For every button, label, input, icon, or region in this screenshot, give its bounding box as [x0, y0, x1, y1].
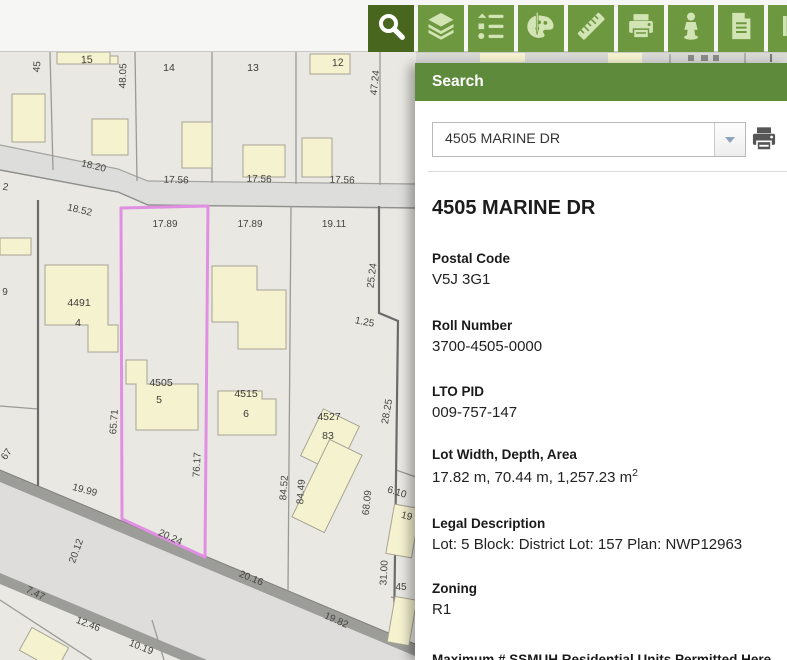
building [302, 138, 332, 177]
map-dimension-label: 17.56 [163, 175, 189, 187]
map-dimension-label: 84.52 [278, 475, 291, 501]
parcel-label: 13 [247, 62, 259, 74]
field-lto-pid: LTO PID 009-757-147 [432, 384, 787, 421]
parcel-label: 6 [243, 408, 249, 420]
legend-button[interactable] [468, 5, 514, 52]
map-dimension-label: 19.11 [322, 219, 347, 230]
field-legal-description: Legal Description Lot: 5 Block: District… [432, 516, 787, 553]
squared-superscript: 2 [632, 467, 638, 479]
clipped-toolbar-button[interactable] [768, 5, 787, 52]
map-edge-line [416, 52, 787, 53]
field-label: Legal Description [432, 516, 787, 531]
building [243, 145, 285, 177]
field-value: Lot: 5 Block: District Lot: 157 Plan: NW… [432, 536, 787, 553]
field-value: 009-757-147 [432, 404, 787, 421]
cutoff-next-field-label: Maximum # SSMUH Residential Units Permit… [432, 652, 771, 660]
print-icon [749, 125, 779, 153]
field-label: Postal Code [432, 251, 787, 266]
draw-palette-icon [526, 11, 556, 46]
search-button[interactable] [368, 5, 414, 52]
combobox-dropdown-button[interactable] [714, 123, 745, 156]
result-address-title: 4505 MARINE DR [432, 197, 595, 220]
map-dimension-label: 45 [395, 582, 407, 593]
panel-print-button[interactable] [749, 125, 781, 155]
field-label: Zoning [432, 581, 787, 596]
address-combobox-value[interactable]: 4505 MARINE DR [433, 123, 714, 156]
chevron-down-icon [725, 137, 735, 143]
map-sliver-mark [688, 55, 694, 61]
report-button[interactable] [718, 5, 764, 52]
parcel-label: 5 [156, 394, 162, 406]
field-value: V5J 3G1 [432, 271, 787, 288]
parcel-label: 15 [81, 54, 93, 67]
parcel-label: 12 [332, 57, 344, 70]
map-road-sliver [416, 53, 787, 63]
map-dimension-label: 45 [32, 60, 44, 72]
search-panel-header: Search [415, 63, 787, 101]
search-panel-title: Search [432, 73, 484, 90]
map-dimension-label: 17.89 [237, 219, 262, 230]
lot-dimensions-value: 17.82 m, 70.44 m, 1,257.23 m [432, 469, 632, 486]
field-label: Lot Width, Depth, Area [432, 447, 787, 462]
map-dimension-label: 17.89 [152, 219, 177, 230]
field-postal-code: Postal Code V5J 3G1 [432, 251, 787, 288]
draw-button[interactable] [518, 5, 564, 52]
print-tool-button[interactable] [618, 5, 664, 52]
building [310, 54, 350, 74]
measure-button[interactable] [568, 5, 614, 52]
parcel-label: 14 [163, 62, 175, 74]
building [480, 53, 525, 62]
print-icon [626, 11, 656, 46]
identify-button[interactable] [668, 5, 714, 52]
parcel-label: 4505 [149, 377, 173, 389]
map-dimension-label: 17.56 [246, 174, 272, 186]
field-lot-dimensions: Lot Width, Depth, Area 17.82 m, 70.44 m,… [432, 447, 787, 486]
layers-button[interactable] [418, 5, 464, 52]
field-label: LTO PID [432, 384, 787, 399]
map-dimension-label: 76.17 [191, 452, 203, 478]
map-dimension-label: 48.05 [118, 63, 130, 89]
building [182, 122, 212, 168]
measure-ruler-icon [576, 11, 606, 46]
parcel-label: 83 [322, 430, 334, 442]
parcel-label: 4527 [317, 411, 341, 423]
field-value: 3700-4505-0000 [432, 338, 787, 355]
field-roll-number: Roll Number 3700-4505-0000 [432, 318, 787, 355]
field-label: Roll Number [432, 318, 787, 333]
parcel-label: 4491 [67, 297, 91, 309]
map-sliver-mark [770, 54, 772, 62]
building [12, 94, 45, 142]
legend-list-icon [476, 11, 506, 46]
search-icon [376, 11, 406, 46]
field-zoning: Zoning R1 [432, 581, 787, 618]
map-sliver-mark [701, 55, 708, 61]
zoning-link[interactable]: R1 [432, 601, 787, 618]
address-combobox[interactable]: 4505 MARINE DR [432, 122, 746, 157]
identify-person-icon [676, 11, 706, 46]
map-dimension-label: 17.56 [329, 175, 355, 187]
map-dimension-label: 31.00 [378, 560, 390, 586]
partial-clipped-icon [768, 11, 787, 46]
field-value: 17.82 m, 70.44 m, 1,257.23 m2 [432, 467, 787, 486]
building [92, 119, 128, 155]
map-dimension-label: 84.49 [295, 479, 308, 505]
search-panel: Search 4505 MARINE DR 4505 MARINE DR Pos… [415, 63, 787, 660]
layers-icon [426, 11, 456, 46]
building [0, 238, 31, 255]
map-dimension-label: 9 [2, 287, 8, 298]
report-document-icon [726, 11, 756, 46]
panel-divider [428, 171, 787, 172]
parcel-label: 4515 [234, 388, 258, 400]
building [110, 56, 118, 64]
parcel-label: 4 [75, 317, 81, 329]
map-dimension-label: 65.71 [108, 409, 121, 435]
toolbar [368, 5, 787, 52]
map-sliver-mark [713, 55, 719, 61]
building [608, 53, 642, 63]
